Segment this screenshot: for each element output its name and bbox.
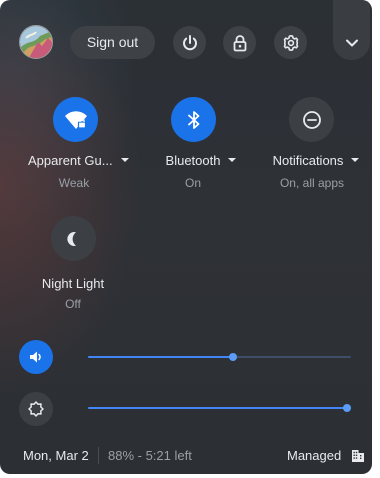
lock-button[interactable] [223,26,256,59]
lock-icon [233,34,246,51]
volume-thumb[interactable] [229,353,237,361]
brightness-slider[interactable] [88,402,351,414]
notifications-toggle[interactable] [289,97,334,142]
caret-down-icon [351,157,360,162]
bluetooth-label-button[interactable]: Bluetooth [157,153,245,168]
volume-track-fill [88,356,233,358]
settings-button[interactable] [274,26,307,59]
night-light-icon [66,231,76,246]
managed-label[interactable]: Managed [287,448,341,463]
brightness-button[interactable] [19,392,53,426]
notifications-label: Notifications [272,153,344,168]
power-icon [182,34,197,50]
enterprise-building-icon [352,450,364,462]
caret-down-icon [228,157,237,162]
collapse-button[interactable] [333,0,370,60]
avatar[interactable] [19,25,53,59]
notifications-status: On, all apps [279,176,345,190]
notifications-label-button[interactable]: Notifications [268,153,364,168]
battery-status[interactable]: 88% - 5:21 left [108,448,192,463]
volume-slider[interactable] [88,351,351,363]
bluetooth-toggle[interactable] [171,97,216,142]
brightness-track-fill [88,407,351,409]
volume-icon [30,351,41,363]
wifi-label-button[interactable]: Apparent Gu... [28,153,129,168]
avatar-image [20,26,52,58]
sign-out-button[interactable]: Sign out [70,26,155,59]
night-light-status: Off [65,297,81,311]
wifi-toggle[interactable] [53,97,98,142]
night-light-label: Night Light [41,276,105,291]
power-button[interactable] [173,26,206,59]
brightness-thumb[interactable] [343,404,351,412]
brightness-icon [28,401,44,417]
bluetooth-label: Bluetooth [165,153,221,168]
volume-mute-button[interactable] [19,340,53,374]
chevron-down-icon [345,39,358,47]
bluetooth-icon [187,110,199,129]
footer-divider [98,447,99,464]
top-bar: Sign out [0,0,372,80]
bluetooth-status: On [184,176,201,190]
wifi-status: Weak [58,176,90,190]
night-light-toggle[interactable] [51,216,96,261]
wifi-lock-icon [64,110,87,129]
quick-settings-panel: Sign out Apparent Gu... Weak Bluetooth O… [0,0,372,474]
date-label[interactable]: Mon, Mar 2 [23,448,89,463]
managed-indicator[interactable] [351,449,365,468]
settings-icon [283,34,298,51]
do-not-disturb-icon [302,110,321,129]
wifi-label: Apparent Gu... [28,153,113,168]
caret-down-icon [120,157,129,162]
